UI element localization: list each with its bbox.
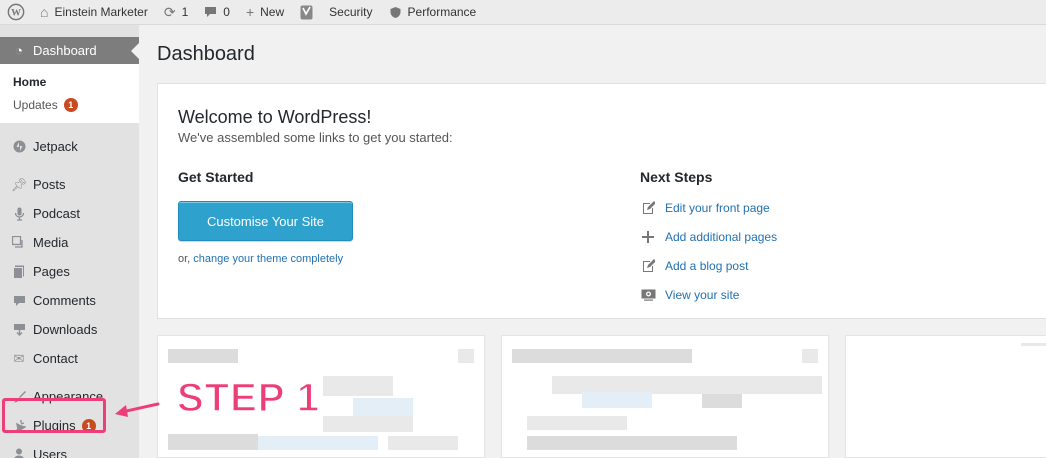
change-theme-text: or, change your theme completely — [178, 253, 343, 265]
edit-icon — [640, 258, 656, 273]
yoast-icon — [300, 5, 313, 20]
sidebar-item-label: Podcast — [33, 206, 80, 221]
welcome-title: Welcome to WordPress! — [178, 107, 372, 127]
dashboard-widget — [845, 335, 1046, 458]
get-started-heading: Get Started — [178, 169, 254, 185]
customise-site-button[interactable]: Customise Your Site — [178, 201, 353, 241]
comments-count: 0 — [223, 5, 230, 19]
site-name-label: Einstein Marketer — [54, 5, 148, 19]
sidebar-item-users[interactable]: Users — [0, 440, 139, 458]
sidebar-item-label: Posts — [33, 177, 66, 192]
jetpack-icon — [10, 140, 28, 153]
admin-sidebar: ◔ Dashboard Home Updates 1 Jetpack 📌︎ Po… — [0, 25, 139, 458]
dashboard-submenu: Home Updates 1 — [0, 64, 139, 123]
next-step-label: Edit your front page — [665, 200, 770, 215]
add-pages-link[interactable]: Add additional pages — [640, 222, 777, 251]
home-icon: ⌂ — [40, 4, 49, 20]
comments-link[interactable]: 0 — [196, 0, 238, 25]
sidebar-item-podcast[interactable]: Podcast — [0, 199, 139, 228]
sidebar-item-label: Plugins — [33, 418, 76, 433]
user-icon — [10, 448, 28, 458]
submenu-item-label: Home — [13, 74, 47, 89]
svg-text:W: W — [11, 8, 21, 19]
edit-front-page-link[interactable]: Edit your front page — [640, 193, 777, 222]
submenu-item-updates[interactable]: Updates 1 — [0, 93, 139, 116]
annotation-arrow-icon — [115, 402, 160, 417]
change-theme-link[interactable]: change your theme completely — [193, 253, 343, 265]
sidebar-item-contact[interactable]: ✉ Contact — [0, 344, 139, 373]
plus-icon: + — [245, 4, 255, 20]
security-label: Security — [329, 5, 373, 19]
next-step-label: View your site — [665, 287, 740, 302]
plus-icon — [640, 230, 656, 243]
sidebar-item-downloads[interactable]: Downloads — [0, 315, 139, 344]
sidebar-item-media[interactable]: Media — [0, 228, 139, 257]
view-site-link[interactable]: View your site — [640, 280, 777, 309]
site-name-link[interactable]: ⌂ Einstein Marketer — [32, 0, 156, 25]
wordpress-logo-icon: W — [7, 3, 25, 21]
submenu-item-label: Updates — [13, 97, 58, 112]
security-link[interactable]: Security — [321, 0, 380, 25]
step-label: STEP 1 — [176, 375, 321, 421]
add-blog-post-link[interactable]: Add a blog post — [640, 251, 777, 280]
change-theme-prefix: or, — [178, 253, 191, 265]
sidebar-item-posts[interactable]: 📌︎ Posts — [0, 170, 139, 199]
paintbrush-icon — [10, 390, 28, 403]
performance-label: Performance — [407, 5, 477, 19]
dashboard-gauge-icon: ◔ — [15, 43, 23, 58]
new-label: New — [260, 5, 285, 19]
next-steps-heading: Next Steps — [640, 169, 713, 185]
sidebar-item-label: Appearance — [33, 389, 104, 404]
updates-link[interactable]: ⟳ 1 — [156, 0, 196, 25]
next-step-label: Add a blog post — [665, 258, 749, 273]
sidebar-item-dashboard[interactable]: ◔ Dashboard — [0, 37, 139, 64]
pushpin-icon: 📌︎ — [10, 176, 28, 192]
envelope-icon: ✉ — [13, 350, 25, 366]
updates-count: 1 — [181, 5, 189, 19]
admin-bar: W ⌂ Einstein Marketer ⟳ 1 0 + New Securi… — [0, 0, 1046, 25]
sidebar-item-label: Downloads — [33, 322, 98, 337]
sidebar-item-label: Dashboard — [33, 43, 97, 58]
sidebar-item-label: Jetpack — [33, 139, 78, 154]
yoast-link[interactable] — [292, 0, 321, 25]
media-icon — [10, 236, 28, 249]
next-step-label: Add additional pages — [665, 229, 778, 244]
welcome-panel: Welcome to WordPress! We've assembled so… — [157, 83, 1046, 319]
page-title: Dashboard — [157, 43, 255, 65]
sidebar-item-pages[interactable]: Pages — [0, 257, 139, 286]
microphone-icon — [10, 207, 28, 221]
sidebar-item-label: Users — [33, 447, 67, 458]
sidebar-item-label: Pages — [33, 264, 70, 279]
edit-icon — [640, 200, 656, 215]
sidebar-item-label: Media — [33, 235, 69, 250]
updates-badge: 1 — [63, 97, 78, 112]
downloads-icon — [10, 323, 28, 336]
dashboard-widget — [501, 335, 829, 458]
plugin-icon — [10, 419, 28, 432]
sidebar-item-comments[interactable]: Comments — [0, 286, 139, 315]
sidebar-item-jetpack[interactable]: Jetpack — [0, 132, 139, 161]
new-content-link[interactable]: + New — [238, 0, 292, 25]
wordpress-logo-button[interactable]: W — [0, 0, 32, 25]
comments-icon — [10, 295, 28, 307]
comment-bubble-icon — [204, 6, 217, 18]
welcome-subtitle: We've assembled some links to get you st… — [178, 130, 453, 145]
submenu-item-home[interactable]: Home — [0, 70, 139, 93]
performance-link[interactable]: Performance — [381, 0, 485, 25]
sidebar-item-label: Comments — [33, 293, 96, 308]
shield-icon — [389, 6, 402, 19]
plugins-update-badge: 1 — [81, 418, 96, 433]
updates-refresh-icon: ⟳ — [163, 4, 176, 20]
next-steps-list: Edit your front page Add additional page… — [640, 193, 777, 309]
view-site-icon — [640, 289, 656, 301]
sidebar-item-label: Contact — [33, 351, 78, 366]
pages-icon — [10, 265, 28, 279]
